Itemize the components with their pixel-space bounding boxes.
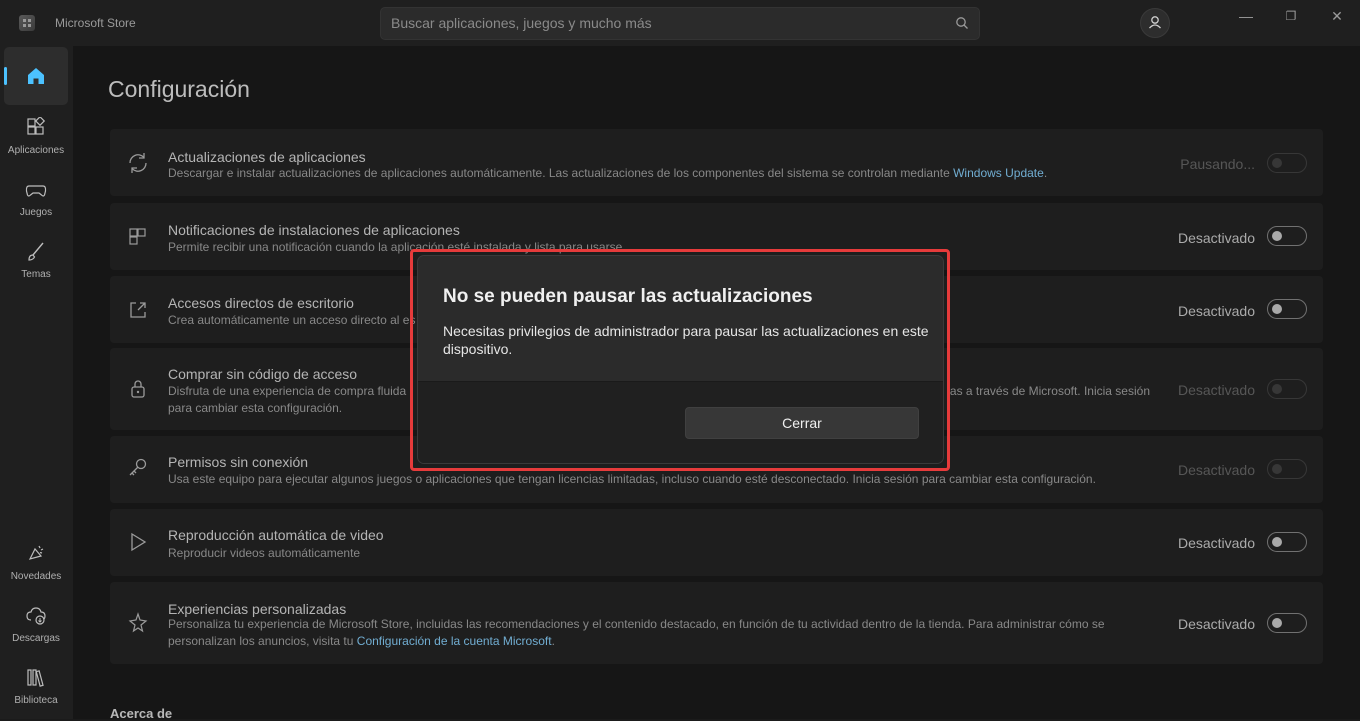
app-title: Microsoft Store bbox=[55, 16, 136, 30]
brush-icon bbox=[28, 242, 44, 261]
active-indicator bbox=[4, 67, 7, 85]
sidebar-item-games[interactable]: Juegos bbox=[4, 171, 68, 229]
sidebar-item-news[interactable]: Novedades bbox=[4, 535, 68, 593]
download-icon bbox=[26, 607, 46, 625]
sidebar-item-label: Aplicaciones bbox=[7, 145, 65, 156]
sidebar-item-label: Juegos bbox=[19, 207, 53, 218]
maximize-button[interactable]: ❐ bbox=[1271, 6, 1311, 26]
sidebar-item-themes[interactable]: Temas bbox=[4, 233, 68, 291]
search-icon[interactable] bbox=[955, 16, 969, 30]
user-icon bbox=[1149, 16, 1161, 29]
sidebar-item-library[interactable]: Biblioteca bbox=[4, 659, 68, 717]
search-box[interactable] bbox=[380, 7, 980, 40]
sidebar-item-home[interactable] bbox=[4, 47, 68, 105]
home-icon bbox=[28, 68, 44, 84]
apps-icon bbox=[27, 117, 46, 135]
sidebar-item-downloads[interactable]: Descargas bbox=[4, 597, 68, 655]
sidebar-item-label: Biblioteca bbox=[14, 695, 58, 706]
search-input[interactable] bbox=[391, 15, 951, 31]
library-icon bbox=[27, 669, 44, 687]
sidebar-item-label: Novedades bbox=[10, 571, 62, 582]
account-button[interactable] bbox=[1140, 8, 1170, 38]
title-bar: Microsoft Store — ❐ ✕ bbox=[0, 0, 1360, 46]
store-logo-icon bbox=[19, 15, 35, 31]
megaphone-icon bbox=[28, 545, 44, 560]
gamepad-icon bbox=[25, 185, 47, 197]
sidebar-item-apps[interactable]: Aplicaciones bbox=[4, 109, 68, 167]
sidebar-item-label: Descargas bbox=[12, 633, 60, 644]
highlight-frame bbox=[410, 249, 950, 471]
close-window-button[interactable]: ✕ bbox=[1317, 6, 1357, 26]
sidebar: Aplicaciones Juegos Temas Novedades Desc… bbox=[0, 46, 73, 719]
sidebar-item-label: Temas bbox=[21, 269, 51, 280]
minimize-button[interactable]: — bbox=[1226, 6, 1266, 26]
